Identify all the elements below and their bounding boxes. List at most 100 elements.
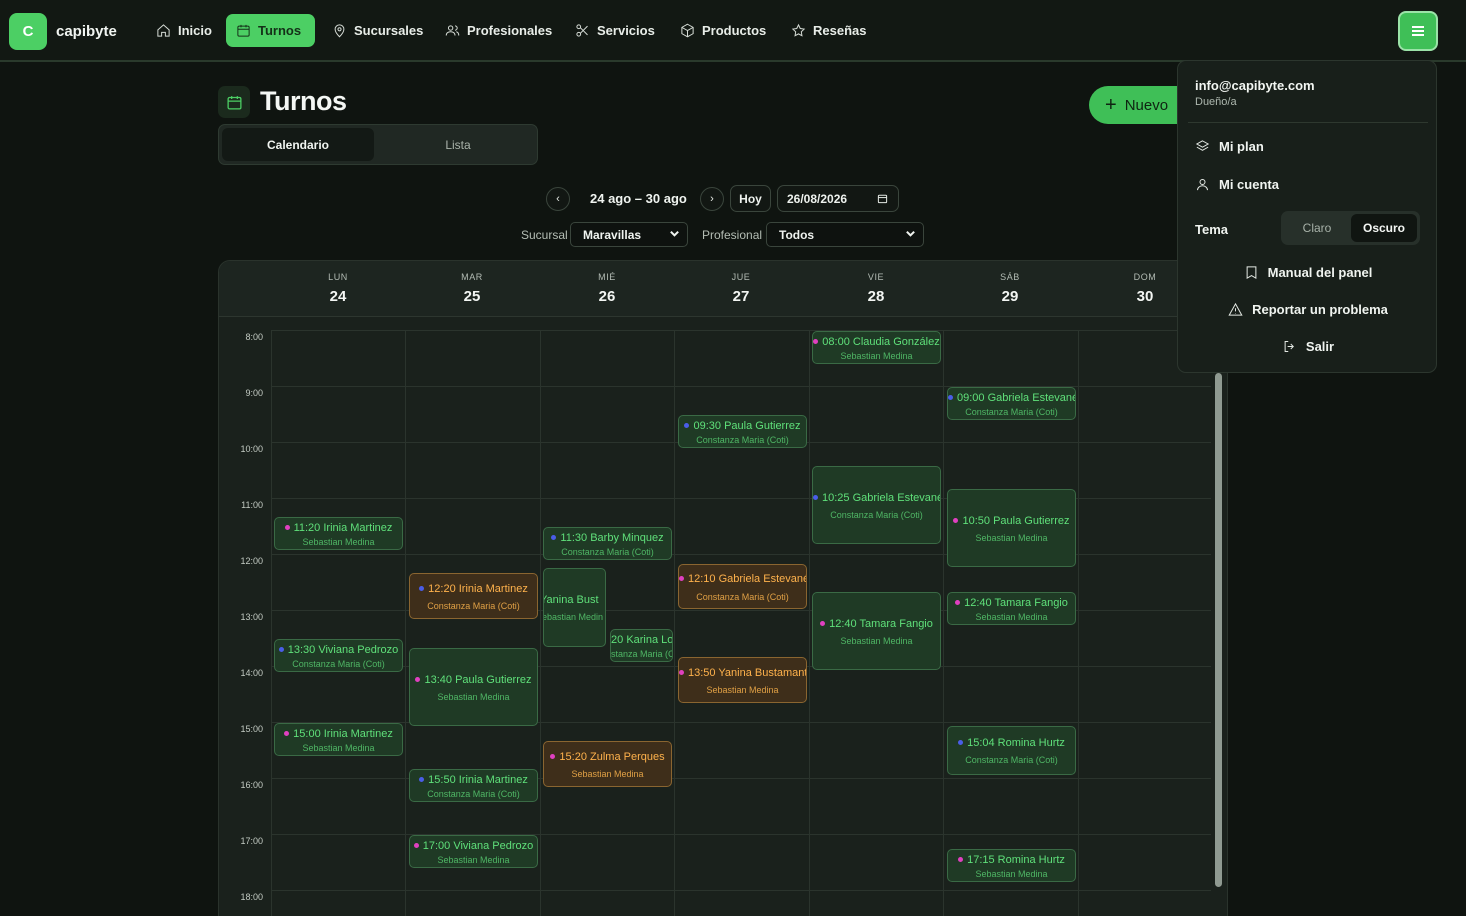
hamburger-menu-button[interactable] [1398,11,1438,51]
theme-light-option[interactable]: Claro [1284,214,1350,242]
appointment-event[interactable]: 12:10 Gabriela Estevanéz Constanza Maria… [678,564,807,609]
day-number: 24 [329,288,347,305]
appointment-event[interactable]: 20 Karina Lo stanza Maria (C [610,629,673,662]
appointment-event[interactable]: 13:50 Yanina Bustamante Sebastian Medina [678,657,807,703]
hour-label: 17:00 [240,836,263,846]
theme-label: Tema [1195,222,1228,237]
appointment-event[interactable]: 13:40 Paula Gutierrez Sebastian Medina [409,648,538,726]
nav-servicios[interactable]: Servicios [565,14,665,47]
profesional-select[interactable]: Todos [766,222,924,247]
day-header-mie: MIÉ 26 [540,261,674,317]
nav-turnos[interactable]: Turnos [226,14,315,47]
day-header-lun: LUN 24 [271,261,405,317]
day-number: 29 [1001,288,1019,305]
menu-item-logout[interactable]: Salir [1178,339,1438,354]
map-pin-icon [334,24,345,38]
status-dot [684,423,690,428]
day-header-vie: VIE 28 [809,261,943,317]
menu-item-mi-plan[interactable]: Mi plan [1195,139,1264,154]
nav-sucursales[interactable]: Sucursales [322,14,433,47]
tab-lista[interactable]: Lista [382,128,534,161]
event-client: Zulma Perques [590,751,665,763]
event-professional: ebastian Medin [543,612,604,622]
appointment-event[interactable]: 09:00 Gabriela Estevanéz Constanza Maria… [947,387,1076,420]
event-time: 15:00 [293,728,321,740]
appointment-event[interactable]: 09:30 Paula Gutierrez Constanza Maria (C… [678,415,807,448]
event-title: 09:30 Paula Gutierrez [679,420,806,432]
calendar-scrollbar[interactable] [1215,373,1222,887]
status-dot [415,677,421,682]
appointment-event[interactable]: 12:40 Tamara Fangio Sebastian Medina [947,592,1076,625]
appointment-event[interactable]: 15:20 Zulma Perques Sebastian Medina [543,741,672,787]
user-icon [1197,179,1208,191]
event-professional: Sebastian Medina [302,537,375,547]
day-weekday: VIE [867,272,885,282]
hour-label: 10:00 [240,444,263,454]
user-dropdown-menu: info@capibyte.com Dueño/a Mi plan Mi cue… [1177,60,1437,373]
appointment-event[interactable]: 11:20 Irinia Martinez Sebastian Medina [274,517,403,550]
appointment-event[interactable]: 13:30 Viviana Pedrozo Constanza Maria (C… [274,639,403,672]
event-time: 12:40 [964,597,992,609]
event-time: 12:40 [829,618,857,630]
nav-resenas[interactable]: Reseñas [781,14,876,47]
appointment-event[interactable]: 10:50 Paula Gutierrez Sebastian Medina [947,489,1076,567]
appointment-event[interactable]: 11:30 Barby Minquez Constanza Maria (Cot… [543,527,672,560]
event-time: 17:15 [967,854,995,866]
nav-productos[interactable]: Productos [670,14,776,47]
grid-line [271,330,272,916]
nav-inicio[interactable]: Inicio [146,14,222,47]
day-weekday: MAR [461,272,483,282]
theme-dark-option[interactable]: Oscuro [1351,214,1417,242]
sucursal-value: Maravillas [583,227,642,242]
tab-calendario[interactable]: Calendario [222,128,374,161]
menu-item-report-problem[interactable]: Reportar un problema [1178,302,1438,317]
status-dot [958,857,964,862]
event-title: 13:40 Paula Gutierrez [410,674,537,686]
grid-line [405,330,406,916]
appointment-event[interactable]: 15:04 Romina Hurtz Constanza Maria (Coti… [947,726,1076,775]
date-range-label: 24 ago – 30 ago [590,191,687,206]
appointment-event[interactable]: 17:00 Viviana Pedrozo Sebastian Medina [409,835,538,868]
menu-item-label: Manual del panel [1267,265,1373,280]
appointment-event[interactable]: 17:15 Romina Hurtz Sebastian Medina [947,849,1076,882]
event-professional: Sebastian Medina [437,855,510,865]
calendar-picker-icon[interactable] [877,193,888,204]
next-week-button[interactable]: › [700,187,724,211]
appointment-event[interactable]: 08:00 Claudia González Sebastian Medina [812,331,941,364]
calendar-icon [237,24,250,37]
status-dot [955,600,961,605]
appointment-event[interactable]: 12:40 Tamara Fangio Sebastian Medina [812,592,941,670]
day-header-jue: JUE 27 [674,261,808,317]
appointment-event[interactable]: 12:20 Irinia Martinez Constanza Maria (C… [409,573,538,619]
sucursal-select[interactable]: Maravillas [570,222,688,247]
sucursal-label: Sucursal [521,228,568,242]
day-header-sab: SÁB 29 [943,261,1077,317]
appointment-event[interactable]: 15:50 Irinia Martinez Constanza Maria (C… [409,769,538,802]
hour-label: 18:00 [240,892,263,902]
prev-week-button[interactable]: ‹ [546,187,570,211]
date-input[interactable]: 26/08/2026 [777,185,899,212]
event-title: 13:50 Yanina Bustamante [679,667,806,679]
grid-line [271,890,1211,891]
nav-label: Sucursales [354,23,424,38]
brand-name[interactable]: capibyte [56,23,117,40]
event-client: Yanina Bust [543,594,599,606]
nav-profesionales[interactable]: Profesionales [435,14,562,47]
event-time: 10:50 [962,515,991,527]
appointment-event[interactable]: 15:00 Irinia Martinez Sebastian Medina [274,723,403,756]
chevron-down-icon [669,228,680,239]
event-professional: Sebastian Medina [840,351,913,361]
menu-item-manual[interactable]: Manual del panel [1178,265,1438,280]
status-dot [813,339,819,344]
menu-item-mi-cuenta[interactable]: Mi cuenta [1195,177,1279,192]
status-dot [419,777,425,782]
today-button[interactable]: Hoy [730,185,771,212]
event-time: 13:40 [424,674,453,686]
box-icon [681,23,694,38]
brand-logo[interactable]: C [9,13,47,50]
appointment-event[interactable]: 10:25 Gabriela Estevanéz Constanza Maria… [812,466,941,544]
event-title: 10:50 Paula Gutierrez [948,515,1075,527]
event-client: Irinia Martinez [458,774,528,786]
appointment-event[interactable]: Yanina Bust ebastian Medin [543,568,606,647]
new-appointment-button[interactable]: + Nuevo [1089,86,1189,124]
